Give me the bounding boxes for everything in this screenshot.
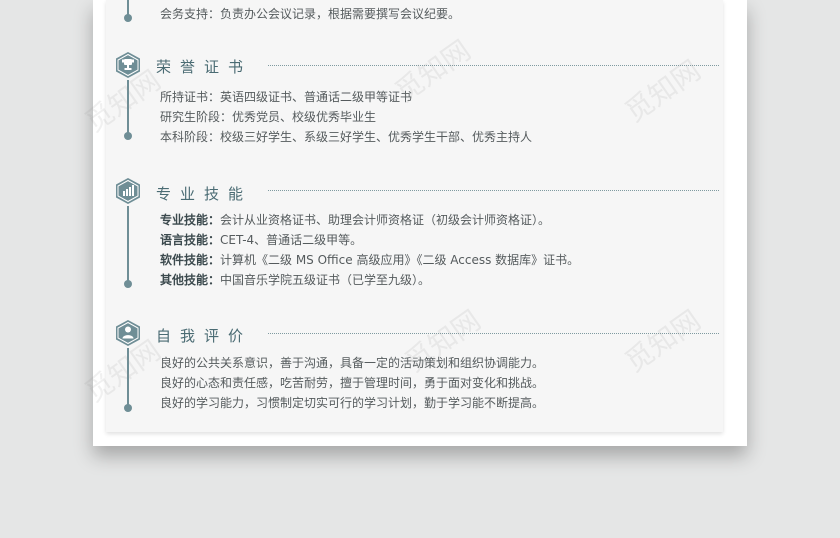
skill-value: 计算机《二级 MS Office 高级应用》《二级 Access 数据库》证书。 [220,253,580,267]
honors-line-2: 研究生阶段：优秀党员、校级优秀毕业生 [160,110,377,124]
timeline-dot [124,404,132,412]
skills-line-2: 语言技能：CET-4、普通话二级甲等。 [160,233,362,247]
section-divider [268,190,719,191]
timeline-line [127,348,129,408]
self-eval-line-2: 良好的心态和责任感，吃苦耐劳，擅于管理时间，勇于面对变化和挑战。 [160,376,545,390]
skill-label: 专业技能： [160,213,221,227]
section-title-self-evaluation: 自我评价 [156,327,253,345]
section-divider [268,333,719,334]
skills-line-3: 软件技能：计算机《二级 MS Office 高级应用》《二级 Access 数据… [160,253,579,267]
timeline-dot [124,280,132,288]
honors-line-3: 本科阶段：校级三好学生、系级三好学生、优秀学生干部、优秀主持人 [160,130,533,144]
skill-label: 其他技能： [160,273,221,287]
section-divider [268,65,719,66]
timeline-line [127,206,129,284]
honors-line-1: 所持证书：英语四级证书、普通话二级甲等证书 [160,90,413,104]
skills-line-1: 专业技能：会计从业资格证书、助理会计师资格证（初级会计师资格证）。 [160,213,550,227]
self-eval-line-1: 良好的公共关系意识，善于沟通，具备一定的活动策划和组织协调能力。 [160,356,545,370]
section-title-skills: 专业技能 [156,185,253,203]
skill-value: 会计从业资格证书、助理会计师资格证（初级会计师资格证）。 [220,213,551,227]
skill-value: 中国音乐学院五级证书（已学至九级）。 [220,273,431,287]
skill-label: 软件技能： [160,253,221,267]
skills-line-4: 其他技能：中国音乐学院五级证书（已学至九级）。 [160,273,430,287]
skill-label: 语言技能： [160,233,221,247]
timeline-dot [124,14,132,22]
section-icon-self-evaluation [115,319,141,347]
skill-value: CET-4、普通话二级甲等。 [220,233,363,247]
section-icon-skills [115,177,141,205]
timeline-line [127,80,129,136]
top-partial-line: 会务支持：负责办公会议记录，根据需要撰写会议纪要。 [160,7,461,21]
timeline-dot [124,132,132,140]
section-icon-honors [115,51,141,79]
self-eval-line-3: 良好的学习能力，习惯制定切实可行的学习计划，勤于学习能不断提高。 [160,396,545,410]
section-title-honors: 荣誉证书 [156,58,253,76]
